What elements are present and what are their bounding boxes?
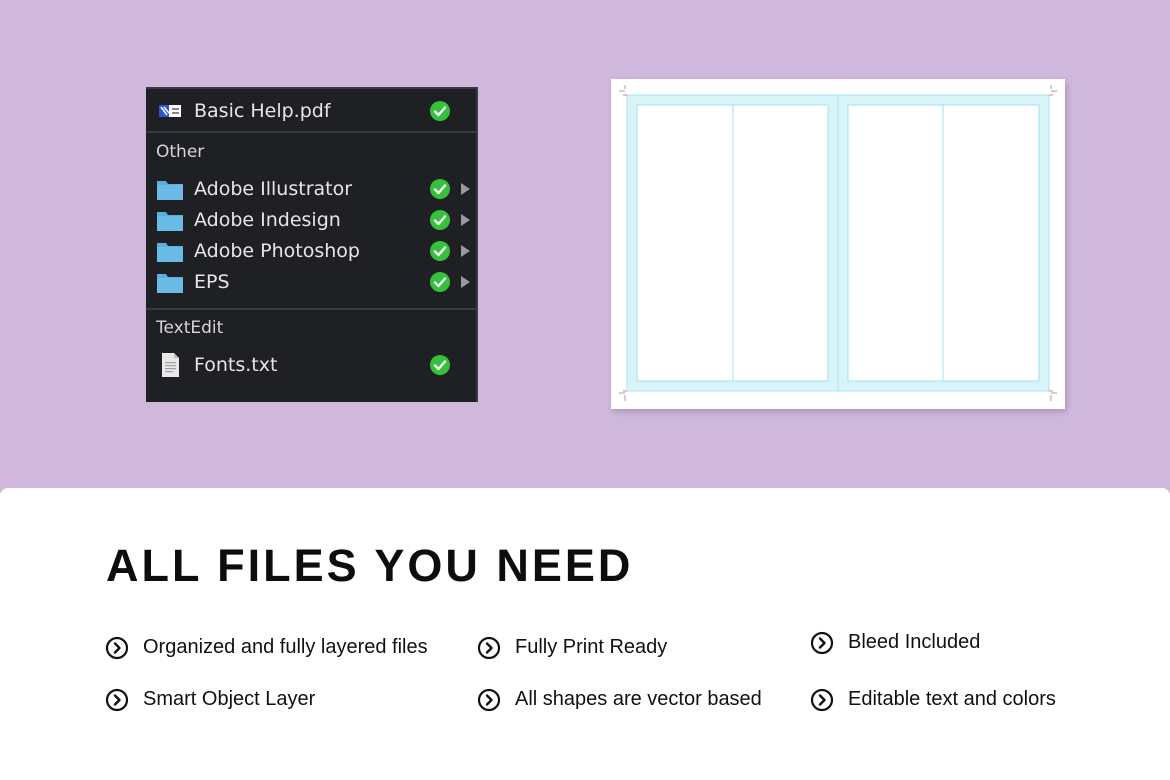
chevron-circle-icon <box>477 688 501 712</box>
finder-file-list: Basic Help.pdf Other Adobe Illustrator A… <box>146 87 478 402</box>
feature-text: Fully Print Ready <box>515 636 668 658</box>
check-icon <box>430 355 450 375</box>
folder-icon <box>157 243 183 262</box>
section-title: ALL FILES YOU NEED <box>106 540 634 591</box>
file-row-fonts-txt[interactable]: Fonts.txt <box>146 350 476 380</box>
folder-row-adobe-illustrator[interactable]: Adobe Illustrator <box>146 174 476 204</box>
check-icon <box>430 179 450 199</box>
pdf-file-icon <box>159 105 181 117</box>
chevron-circle-icon <box>477 636 501 660</box>
chevron-circle-icon <box>810 631 834 655</box>
folder-name: Adobe Indesign <box>194 209 341 231</box>
folder-name: Adobe Photoshop <box>194 240 360 262</box>
divider <box>146 308 476 310</box>
folder-row-adobe-photoshop[interactable]: Adobe Photoshop <box>146 236 476 266</box>
divider <box>146 131 476 133</box>
file-name: Fonts.txt <box>194 354 278 376</box>
file-row-basic-help[interactable]: Basic Help.pdf <box>146 96 476 126</box>
file-name: Basic Help.pdf <box>194 100 331 122</box>
disclosure-arrow-icon[interactable] <box>459 275 471 289</box>
check-icon <box>430 210 450 230</box>
text-file-icon <box>162 353 179 377</box>
chevron-circle-icon <box>105 688 129 712</box>
feature-text: Editable text and colors <box>848 688 1056 710</box>
folder-name: EPS <box>194 271 230 293</box>
layout-guides <box>619 85 1057 401</box>
disclosure-arrow-icon[interactable] <box>459 244 471 258</box>
feature-text: Bleed Included <box>848 631 981 653</box>
check-icon <box>430 241 450 261</box>
layout-preview <box>611 79 1065 409</box>
group-header-other: Other <box>156 142 205 162</box>
folder-name: Adobe Illustrator <box>194 178 353 200</box>
group-header-textedit: TextEdit <box>156 318 224 338</box>
folder-icon <box>157 212 183 231</box>
folder-row-eps[interactable]: EPS <box>146 267 476 297</box>
folder-row-adobe-indesign[interactable]: Adobe Indesign <box>146 205 476 235</box>
check-icon <box>430 101 450 121</box>
feature-text: Smart Object Layer <box>143 688 316 710</box>
features-card: ALL FILES YOU NEED Organized and fully l… <box>0 488 1170 780</box>
folder-icon <box>157 181 183 200</box>
feature-text: All shapes are vector based <box>515 688 762 710</box>
feature-text: Organized and fully layered files <box>143 636 428 658</box>
check-icon <box>430 272 450 292</box>
folder-icon <box>157 274 183 293</box>
disclosure-arrow-icon[interactable] <box>459 182 471 196</box>
disclosure-arrow-icon[interactable] <box>459 213 471 227</box>
chevron-circle-icon <box>105 636 129 660</box>
chevron-circle-icon <box>810 688 834 712</box>
